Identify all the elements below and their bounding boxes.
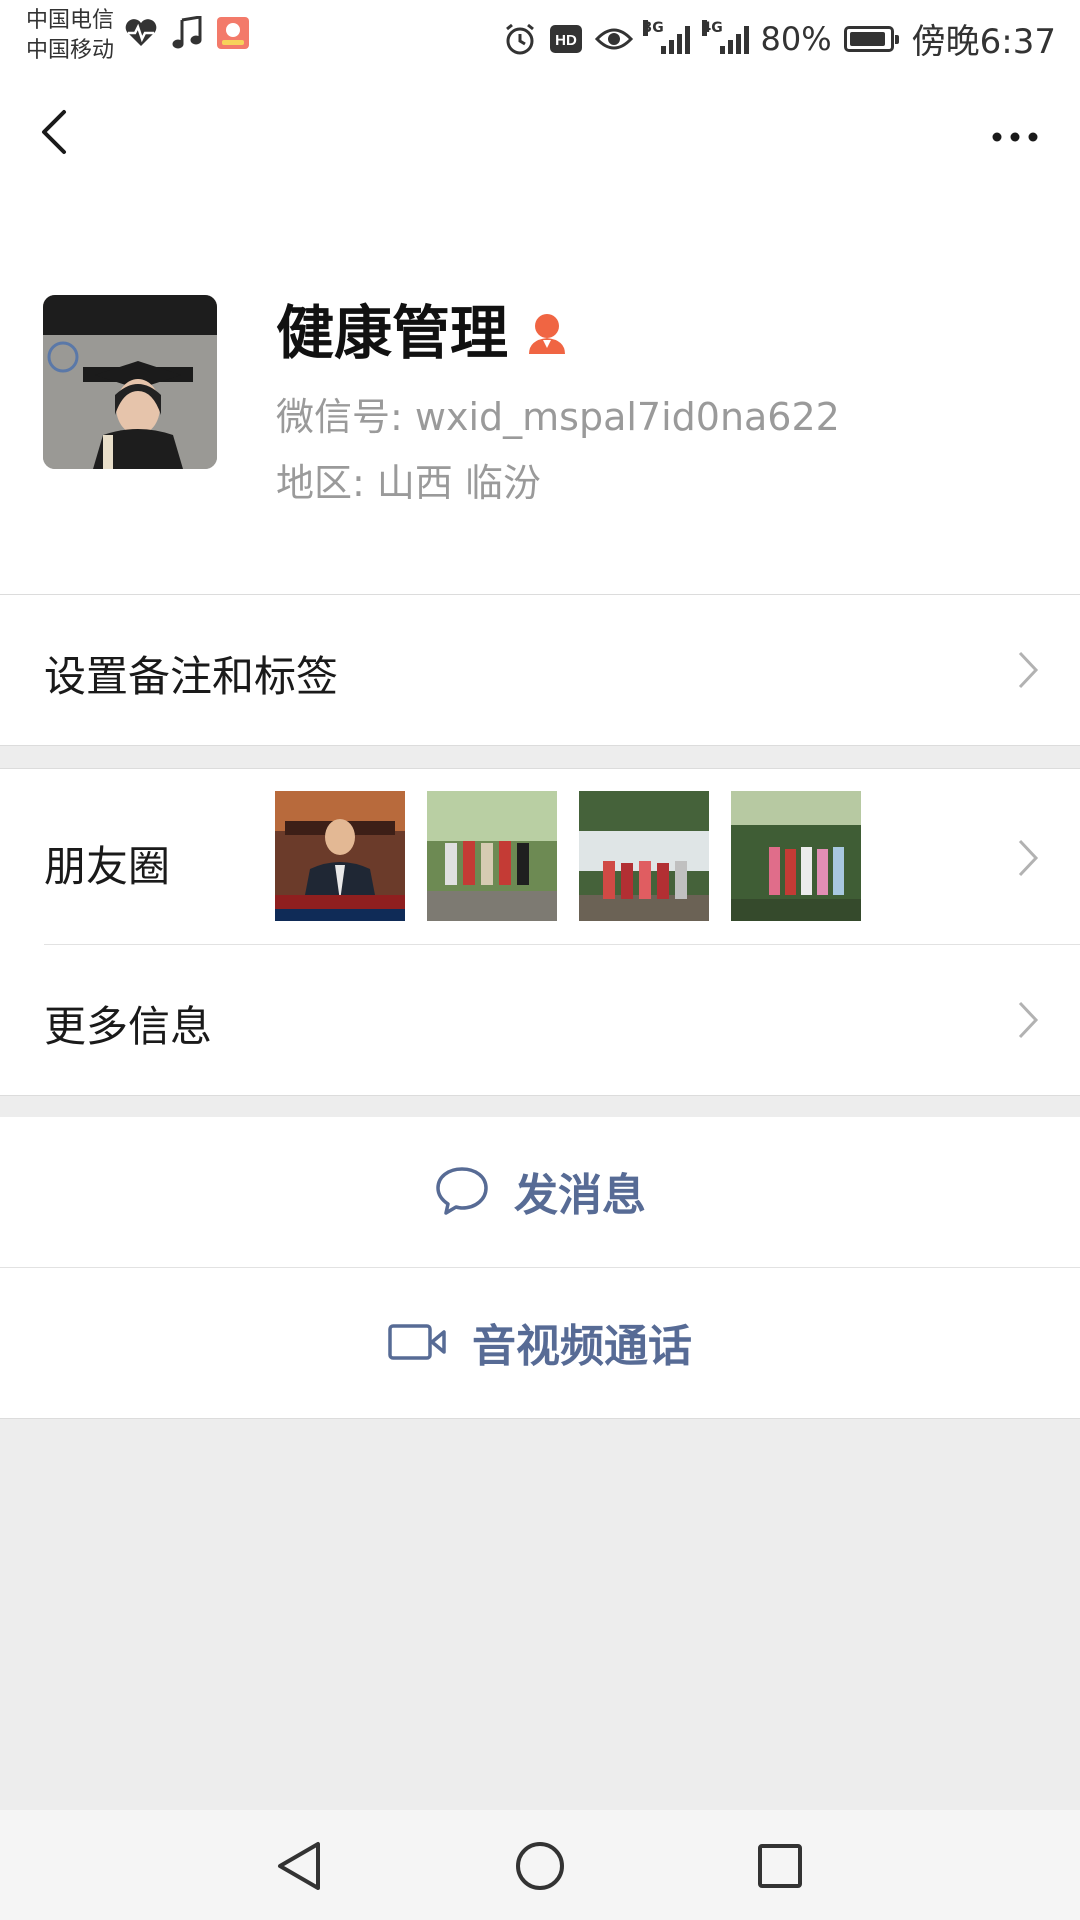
moments-thumbnail-2 [427,791,557,921]
moments-thumbnail-1 [275,791,405,921]
region: 地区: 山西 临汾 [276,461,541,505]
clock: 傍晚6:37 [911,22,1056,62]
send-message-label: 发消息 [514,1170,646,1221]
profile-header: 健康管理 微信号: wxid_mspal7id0na622 地区: 山西 临汾 [0,196,1080,595]
actions-section: 发消息 音视频通话 [0,1117,1080,1419]
eye-icon [594,28,633,49]
battery-percent: 80% [760,19,832,58]
more-info-label: 更多信息 [44,1002,213,1051]
carrier-info: 中国电信 中国移动 [26,6,114,66]
wechat-id: 微信号: wxid_mspal7id0na622 [276,395,840,439]
hd-icon: HD [549,24,582,53]
nav-recents-icon[interactable] [752,1838,808,1894]
svg-text:HD: HD [555,32,577,49]
network-3g-label: 3G [642,19,664,36]
more-icon[interactable] [980,102,1050,162]
set-remark-label: 设置备注和标签 [44,652,339,701]
moments-row[interactable]: 朋友圈 [0,769,1080,944]
carrier-2: 中国移动 [26,38,115,63]
chevron-right-icon [1018,651,1039,689]
app-notification-icon [217,17,249,49]
moments-thumbnail-4 [731,791,861,921]
send-message-button[interactable]: 发消息 [0,1117,1080,1265]
avatar[interactable] [43,295,217,469]
moments-thumbnail-3 [579,791,709,921]
back-icon[interactable] [30,102,90,162]
status-bar: 中国电信 中国移动 HD 3G 4G 80% 傍晚6:37 [0,0,1080,76]
video-camera-icon [388,1324,446,1360]
more-info-row[interactable]: 更多信息 [0,945,1080,1095]
music-note-icon [172,16,202,49]
gender-female-icon [529,314,566,354]
alarm-icon [505,23,534,54]
system-nav-bar [0,1810,1080,1920]
chevron-right-icon [1018,1001,1039,1039]
nav-home-icon[interactable] [512,1838,568,1894]
moments-section: 朋友圈 更多信息 [0,768,1080,1096]
moments-label: 朋友圈 [44,842,171,891]
carrier-1: 中国电信 [26,8,115,33]
contact-name: 健康管理 [276,299,509,367]
chat-bubble-icon [436,1167,488,1215]
signal-4g-icon: 4G [701,19,749,54]
video-call-label: 音视频通话 [472,1321,692,1372]
signal-3g-icon: 3G [642,19,690,54]
name-row: 健康管理 [276,298,568,368]
set-remark-row[interactable]: 设置备注和标签 [0,595,1080,746]
network-4g-label: 4G [701,19,723,36]
nav-back-icon[interactable] [272,1838,328,1894]
chevron-right-icon [1018,839,1039,877]
battery-icon [843,25,899,52]
status-indicators: HD 3G 4G 80% 傍晚6:37 [503,14,1056,63]
video-call-button[interactable]: 音视频通话 [0,1268,1080,1416]
top-nav [0,76,1080,196]
notification-icons [124,16,250,50]
heart-rate-icon [125,19,157,46]
moments-thumbnails [275,791,861,921]
